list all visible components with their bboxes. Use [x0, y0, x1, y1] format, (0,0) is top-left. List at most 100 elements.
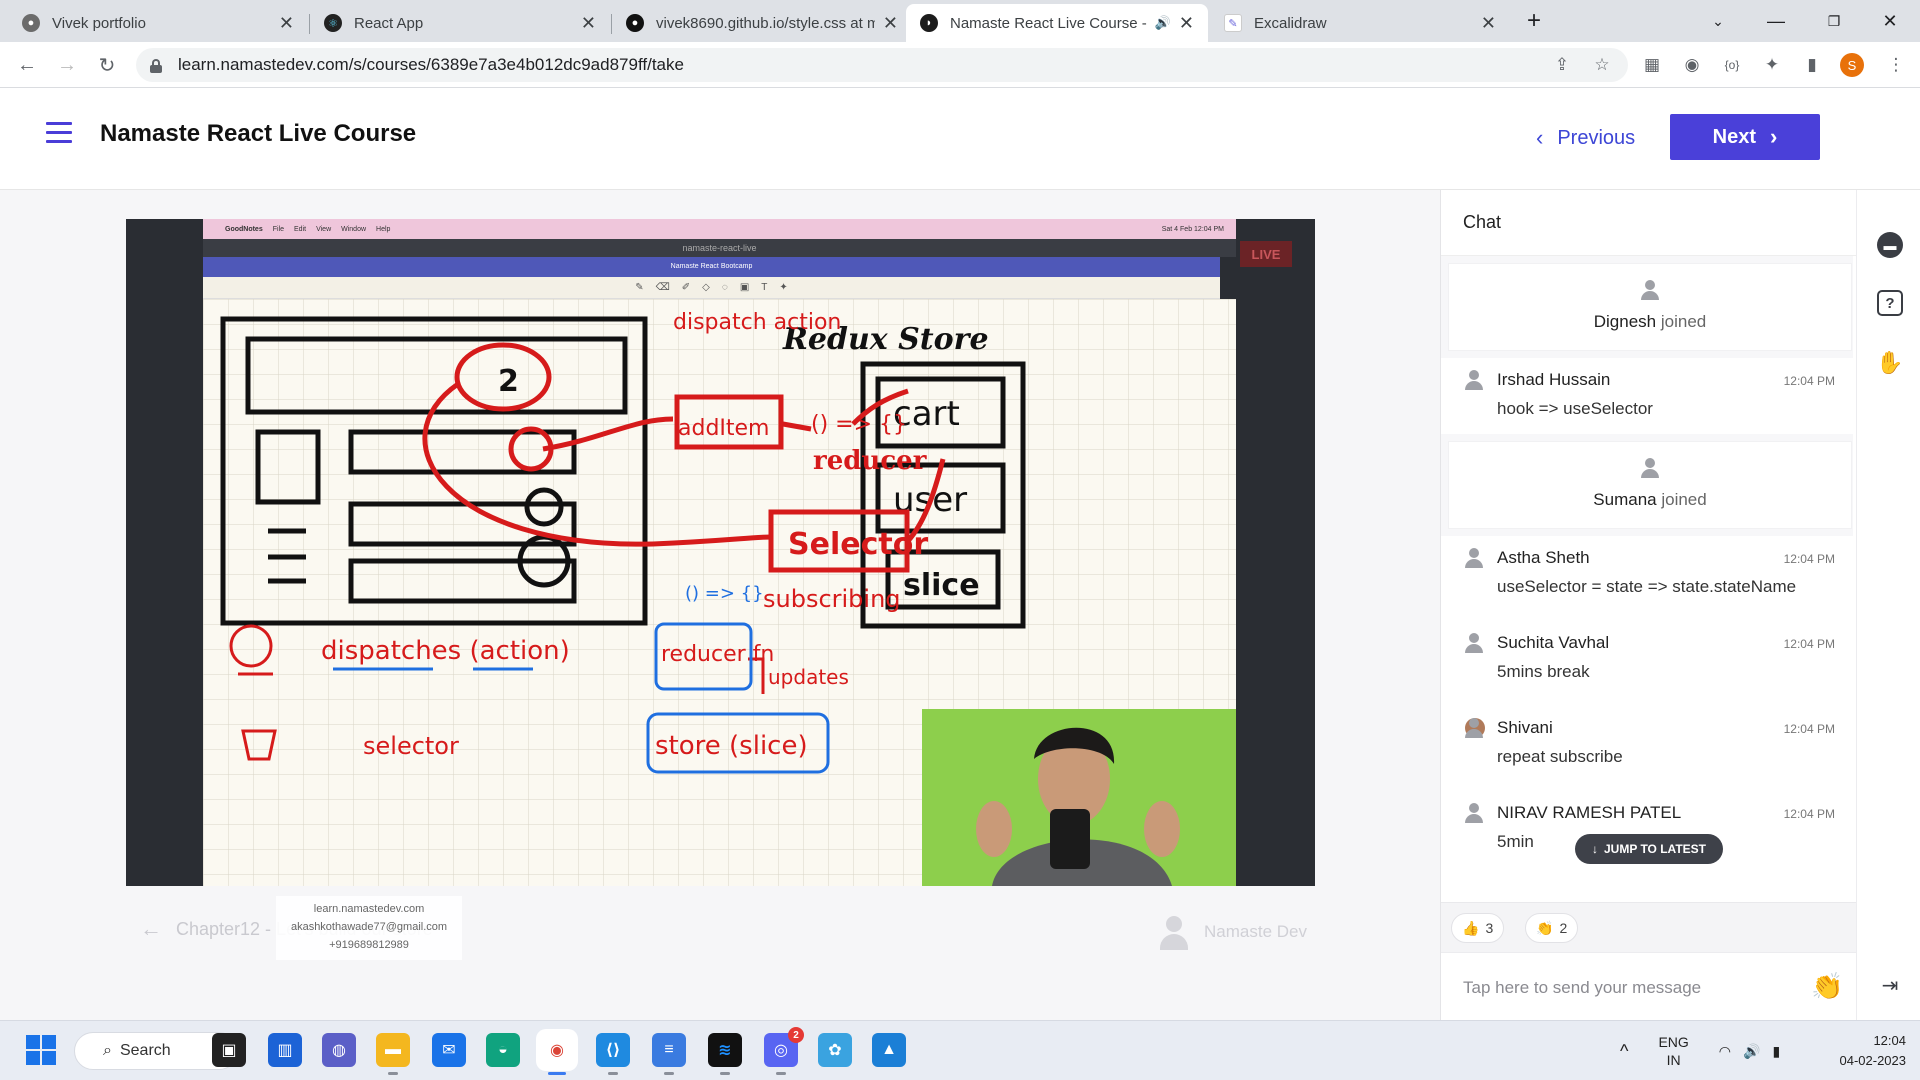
chat-bubble-icon[interactable]: ▬: [1877, 232, 1903, 258]
extension-icon[interactable]: ▦: [1640, 53, 1664, 77]
chat-message: Irshad Hussain 12:04 PM hook => useSelec…: [1441, 360, 1853, 438]
close-tab-icon[interactable]: ✕: [279, 13, 294, 34]
dispatch-action-label: dispatch action: [673, 310, 841, 335]
profile-avatar[interactable]: S: [1840, 53, 1864, 77]
file-explorer-icon[interactable]: ▬: [376, 1033, 410, 1075]
tab-github-style[interactable]: ● vivek8690.github.io/style.css at m ✕: [612, 4, 912, 42]
exit-icon[interactable]: ⇥: [1877, 972, 1903, 998]
mac-menu-item: Help: [376, 225, 391, 233]
subscribing-label: subscribing: [763, 585, 901, 613]
url-text: learn.namastedev.com/s/courses/6389e7a3e…: [178, 55, 684, 74]
battery-icon[interactable]: ▮: [1772, 1043, 1780, 1060]
forward-button[interactable]: →: [52, 50, 82, 80]
photos-icon[interactable]: ▲: [872, 1033, 906, 1067]
chat-message-list[interactable]: Dignesh joined Irshad Hussain 12:04 PM h…: [1441, 256, 1853, 902]
jump-to-latest-button[interactable]: ↓ JUMP TO LATEST: [1575, 834, 1723, 864]
volume-icon[interactable]: 🔊: [1743, 1043, 1760, 1060]
message-time: 12:04 PM: [1783, 552, 1835, 566]
chat-panel: Chat Dignesh joined Irshad Hussain 12:04…: [1440, 190, 1857, 1020]
small-fn-text: () => {}: [685, 583, 764, 604]
close-tab-icon[interactable]: ✕: [1481, 13, 1496, 34]
wifi-icon[interactable]: ◠: [1719, 1043, 1731, 1060]
arrow-down-icon: ↓: [1591, 842, 1598, 856]
chat-message-input[interactable]: [1463, 973, 1783, 1003]
bookmark-star-icon[interactable]: ☆: [1590, 53, 1614, 77]
next-label: Next: [1712, 125, 1757, 148]
restore-button[interactable]: ❐: [1806, 0, 1862, 42]
raise-hand-icon[interactable]: ✋: [1876, 350, 1903, 376]
user-avatar-icon: [1465, 633, 1483, 653]
message-text: 5mins break: [1497, 662, 1590, 681]
github-icon: ●: [626, 14, 644, 32]
lasso-icon: ◌: [721, 282, 728, 293]
share-icon[interactable]: ⇪: [1550, 53, 1574, 77]
winamp-icon[interactable]: ≋: [708, 1033, 742, 1075]
new-tab-button[interactable]: +: [1506, 0, 1562, 42]
widgets-icon[interactable]: ▥: [268, 1033, 302, 1067]
message-text: useSelector = state => state.stateName: [1497, 577, 1797, 596]
tab-react-app[interactable]: ⚛ React App ✕: [310, 4, 610, 42]
tab-search-icon[interactable]: ⌄: [1690, 0, 1746, 42]
join-card: Sumana joined: [1449, 442, 1851, 528]
close-tab-icon[interactable]: ✕: [581, 13, 596, 34]
join-name: Sumana: [1593, 490, 1657, 509]
author-info: Namaste Dev: [1156, 914, 1307, 950]
mail-icon[interactable]: ✉: [432, 1033, 466, 1067]
pen-tool-tray: ✎ ⌫ ✐ ◇ ◌ ▣ T ✦: [203, 277, 1220, 299]
reaction-clap[interactable]: 👏 2: [1525, 913, 1579, 943]
chrome-icon[interactable]: ◉: [540, 1033, 574, 1075]
browser-toolbar: ← → ↻ learn.namastedev.com/s/courses/638…: [0, 42, 1920, 88]
lesson-footer: ← Chapter12 - Let's build our store lear…: [126, 896, 1315, 960]
reload-button[interactable]: ↻: [92, 50, 122, 80]
text-icon: T: [761, 282, 768, 293]
back-button[interactable]: ←: [12, 50, 42, 80]
namaste-icon: ◗: [920, 14, 938, 32]
extensions-puzzle-icon[interactable]: ✦: [1760, 53, 1784, 77]
tab-vivek-portfolio[interactable]: ● Vivek portfolio ✕: [8, 4, 308, 42]
question-icon[interactable]: ?: [1877, 290, 1903, 316]
chat-header: Chat: [1441, 190, 1857, 256]
windows-start-icon[interactable]: [26, 1035, 56, 1065]
close-tab-icon[interactable]: ✕: [883, 13, 898, 34]
vscode-icon[interactable]: ⟨⟩: [596, 1033, 630, 1075]
watermark-line: akashkothawade77@gmail.com: [290, 921, 448, 933]
task-view-icon[interactable]: ▣: [212, 1033, 246, 1067]
tab-title: vivek8690.github.io/style.css at m: [656, 14, 875, 32]
tab-namaste-react[interactable]: ◗ Namaste React Live Course - 🔊 ✕: [906, 4, 1208, 42]
edge-icon[interactable]: ◒: [486, 1033, 520, 1067]
side-panel-icon[interactable]: ▮: [1800, 53, 1824, 77]
close-tab-icon[interactable]: ✕: [1179, 13, 1194, 34]
video-player[interactable]: GoodNotes File Edit View Window Help Sat…: [126, 219, 1315, 886]
extension-icon[interactable]: {o}: [1720, 53, 1744, 77]
close-window-button[interactable]: ✕: [1862, 0, 1918, 42]
next-button[interactable]: Next ›: [1670, 114, 1820, 160]
updates-text: updates: [768, 665, 849, 689]
user-avatar-icon: [1465, 803, 1483, 823]
teams-chat-icon[interactable]: ◍: [322, 1033, 356, 1067]
reaction-thumbs-up[interactable]: 👍 3: [1451, 913, 1505, 943]
chat-title: Chat: [1463, 212, 1502, 232]
user-photo-avatar: [1465, 718, 1485, 738]
join-name: Dignesh: [1593, 312, 1657, 331]
author-avatar-icon: [1156, 914, 1192, 950]
taskbar-clock[interactable]: 12:04 04-02-2023: [1810, 1031, 1907, 1071]
minimize-button[interactable]: —: [1748, 0, 1804, 42]
clap-reaction-icon[interactable]: 👏: [1811, 971, 1843, 1002]
mac-app-name: GoodNotes: [225, 225, 263, 233]
chevron-up-icon[interactable]: ^: [1620, 1041, 1628, 1062]
language-indicator[interactable]: ENG IN: [1658, 1033, 1688, 1069]
previous-button[interactable]: ‹ Previous: [1536, 116, 1635, 160]
tab-excalidraw[interactable]: ✎ Excalidraw ✕: [1210, 4, 1510, 42]
address-bar[interactable]: learn.namastedev.com/s/courses/6389e7a3e…: [136, 48, 1628, 82]
extension-icon[interactable]: ◉: [1680, 53, 1704, 77]
speaker-icon[interactable]: 🔊: [1155, 15, 1171, 31]
menu-hamburger-icon[interactable]: [46, 122, 72, 144]
message-text: 5min: [1497, 832, 1534, 851]
lesson-content: GoodNotes File Edit View Window Help Sat…: [0, 190, 1440, 1020]
right-tool-rail: ▬ ? ✋ ⇥: [1856, 190, 1920, 1020]
photos-plus-icon[interactable]: ✿: [818, 1033, 852, 1067]
menu-kebab-icon[interactable]: ⋮: [1884, 53, 1908, 77]
item-count-text: 2: [498, 364, 519, 399]
discord-icon[interactable]: ◎ 2: [764, 1027, 804, 1075]
notepad-icon[interactable]: ≡: [652, 1033, 686, 1075]
